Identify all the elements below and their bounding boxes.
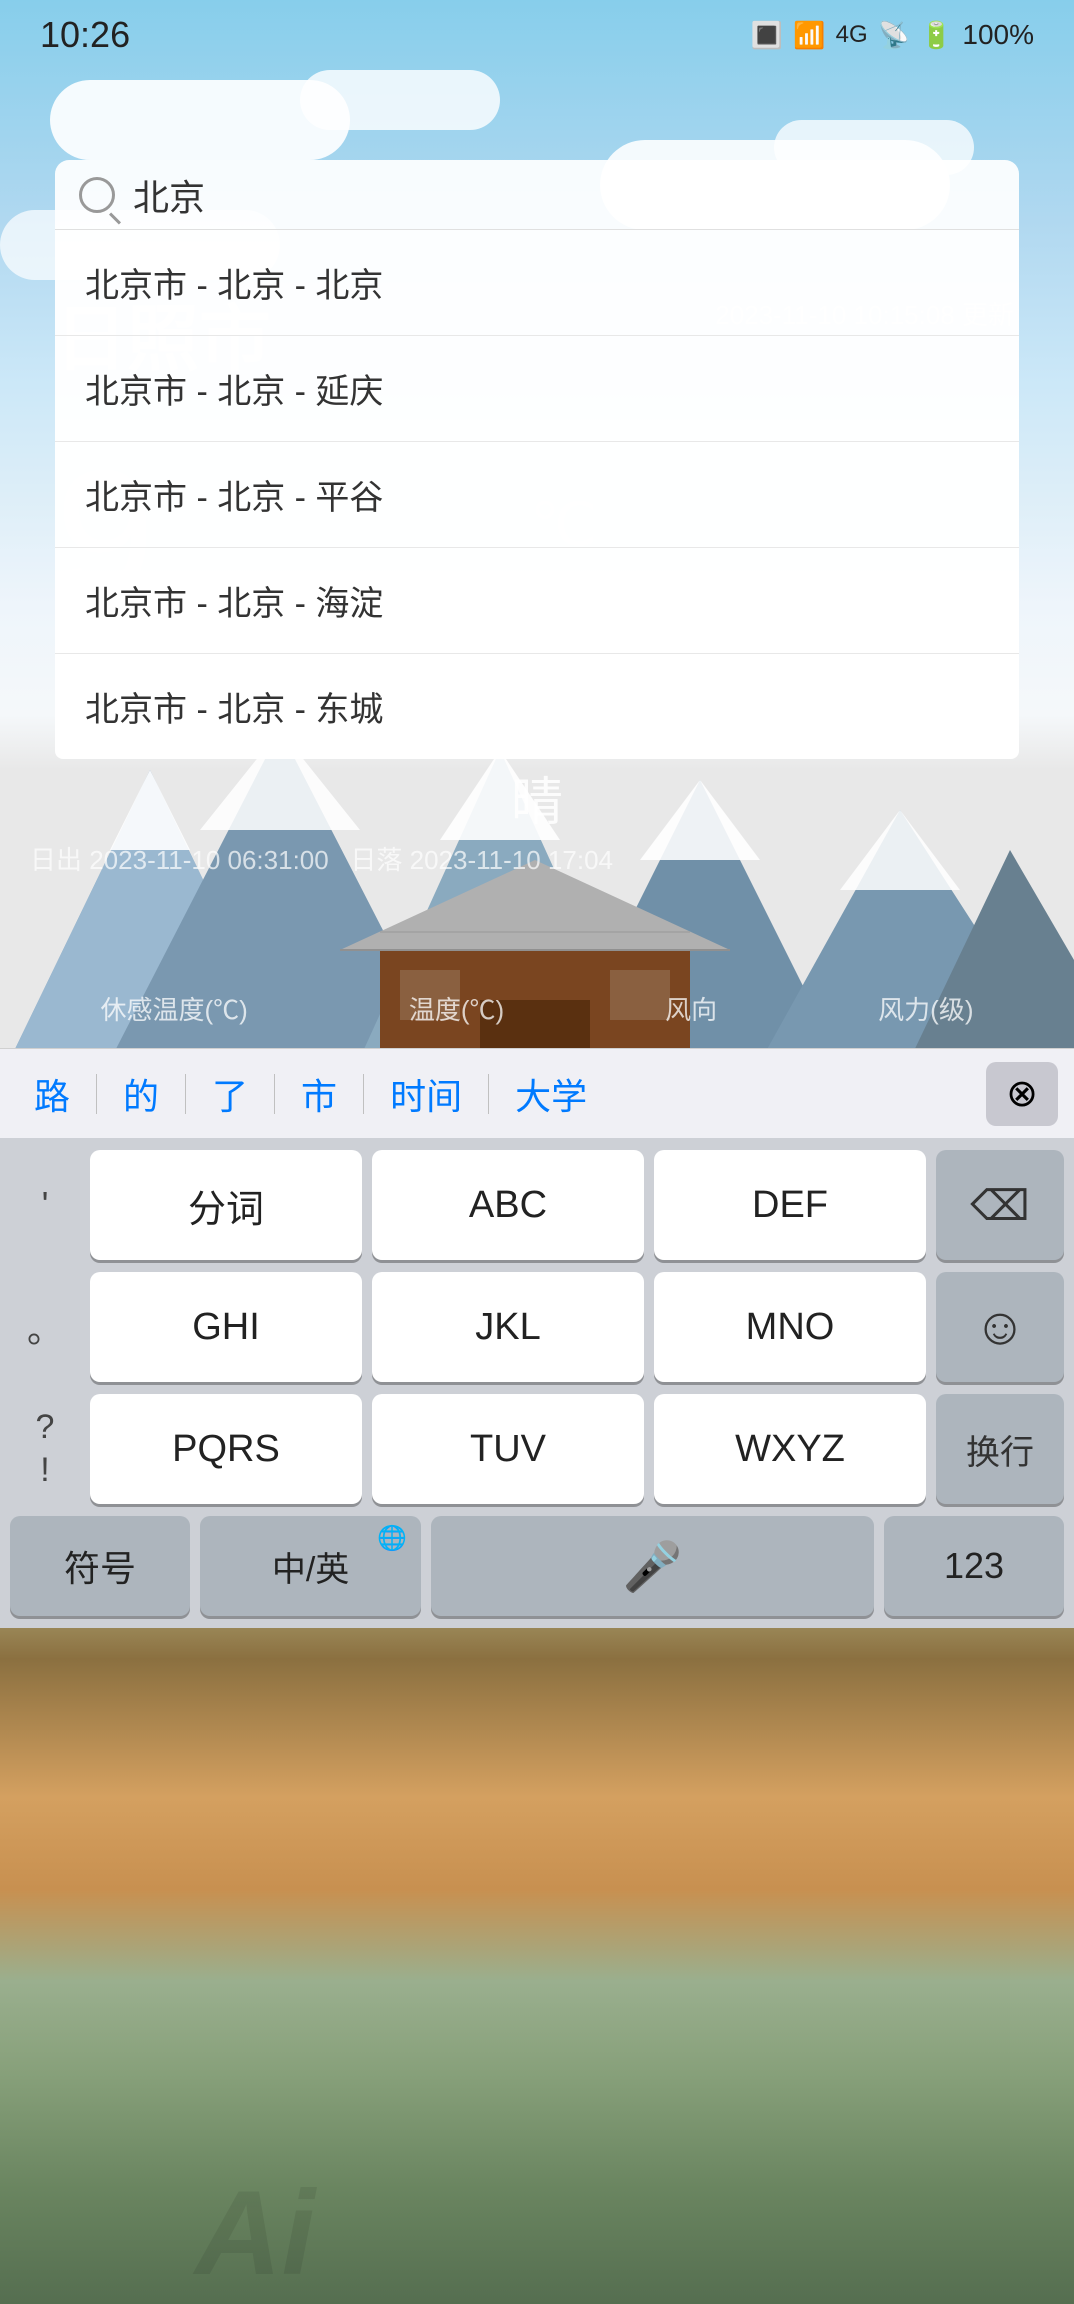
key-return[interactable]: 换行 xyxy=(936,1394,1064,1504)
weather-condition: 晴 xyxy=(511,760,563,835)
battery-percent: 100% xyxy=(962,19,1034,51)
sep-3 xyxy=(363,1074,364,1114)
dropdown-item-3[interactable]: 北京市 - 北京 - 海淀 xyxy=(55,548,1019,654)
dropdown-item-1[interactable]: 北京市 - 北京 - 延庆 xyxy=(55,336,1019,442)
status-icons: 🔳 📶 4G 📡 🔋 100% xyxy=(751,19,1034,51)
dropdown-item-0[interactable]: 北京市 - 北京 - 北京 xyxy=(55,230,1019,336)
key-WXYZ[interactable]: WXYZ xyxy=(654,1394,926,1504)
key-backspace[interactable]: ⌫ xyxy=(936,1150,1064,1260)
search-input[interactable]: 北京 xyxy=(133,169,205,221)
backspace-icon: ⌫ xyxy=(970,1181,1029,1230)
footer-wind-dir: 风向 xyxy=(665,990,717,1027)
globe-icon: 🌐 xyxy=(377,1524,407,1553)
footer-temp: 温度(℃) xyxy=(409,990,504,1027)
suggestion-delete-btn[interactable]: ⊗ xyxy=(986,1062,1058,1126)
keyboard-row-2: 。 GHI JKL MNO ☺ xyxy=(0,1272,1074,1382)
footer-wind-level: 风力(级) xyxy=(878,990,973,1027)
sep-1 xyxy=(185,1074,186,1114)
key-exclaim[interactable]: ! xyxy=(40,1451,49,1490)
keyboard-row-4: 符号 中/英 🌐 🎤 123 xyxy=(0,1516,1074,1616)
sep-4 xyxy=(488,1074,489,1114)
suggestion-4[interactable]: 时间 xyxy=(372,1060,480,1128)
keyboard-row-3: ? ! PQRS TUV WXYZ 换行 xyxy=(0,1394,1074,1504)
key-symbol[interactable]: 符号 xyxy=(10,1516,190,1616)
key-apostrophe[interactable]: ' xyxy=(10,1150,80,1260)
key-period[interactable]: 。 xyxy=(10,1272,80,1382)
key-MNO[interactable]: MNO xyxy=(654,1272,926,1382)
footer-feel: 休感温度(℃) xyxy=(101,990,248,1027)
sep-2 xyxy=(274,1074,275,1114)
search-dropdown: 北京市 - 北京 - 北京 北京市 - 北京 - 延庆 北京市 - 北京 - 平… xyxy=(55,230,1019,759)
weather-sunrise: 日出 2023-11-10 06:31:00 日落 2023-11-10 17:… xyxy=(30,840,613,877)
keyboard: ' 分词 ABC DEF ⌫ 。 GHI JKL MNO ☺ ? ! PQRS … xyxy=(0,1138,1074,1628)
search-bar[interactable]: 北京 xyxy=(55,160,1019,230)
key-JKL[interactable]: JKL xyxy=(372,1272,644,1382)
key-mic[interactable]: 🎤 xyxy=(431,1516,874,1616)
emoji-icon: ☺ xyxy=(973,1297,1026,1357)
key-GHI[interactable]: GHI xyxy=(90,1272,362,1382)
ai-watermark: Ai xyxy=(195,2164,315,2302)
lang-label: 中/英 xyxy=(272,1542,349,1591)
battery-icon: 🔋 xyxy=(920,20,952,51)
status-bar: 10:26 🔳 📶 4G 📡 🔋 100% xyxy=(0,0,1074,70)
suggestion-5[interactable]: 大学 xyxy=(497,1060,605,1128)
delete-circle-icon: ⊗ xyxy=(1006,1071,1038,1116)
network-icon: 📡 xyxy=(878,20,910,51)
key-TUV[interactable]: TUV xyxy=(372,1394,644,1504)
dropdown-item-2[interactable]: 北京市 - 北京 - 平谷 xyxy=(55,442,1019,548)
suggestion-bar: 路 的 了 市 时间 大学 ⊗ xyxy=(0,1048,1074,1138)
keyboard-row-1: ' 分词 ABC DEF ⌫ xyxy=(0,1150,1074,1260)
left-char-col-1: ' xyxy=(10,1150,80,1260)
search-icon xyxy=(79,177,115,213)
key-PQRS[interactable]: PQRS xyxy=(90,1394,362,1504)
sep-0 xyxy=(96,1074,97,1114)
mic-icon: 🎤 xyxy=(623,1538,683,1595)
key-ABC[interactable]: ABC xyxy=(372,1150,644,1260)
suggestion-3[interactable]: 市 xyxy=(283,1060,355,1128)
key-123[interactable]: 123 xyxy=(884,1516,1064,1616)
suggestion-1[interactable]: 的 xyxy=(105,1060,177,1128)
vibrate-icon: 🔳 xyxy=(751,20,783,51)
left-char-col-2: 。 xyxy=(10,1272,80,1382)
key-DEF[interactable]: DEF xyxy=(654,1150,926,1260)
status-time: 10:26 xyxy=(40,14,130,56)
signal-icon: 4G xyxy=(836,21,868,49)
suggestion-0[interactable]: 路 xyxy=(16,1060,88,1128)
weather-footer-bar: 休感温度(℃) 温度(℃) 风向 风力(级) xyxy=(0,990,1074,1027)
suggestion-2[interactable]: 了 xyxy=(194,1060,266,1128)
key-question[interactable]: ? xyxy=(36,1408,55,1447)
wifi-icon: 📶 xyxy=(793,20,825,51)
key-emoji[interactable]: ☺ xyxy=(936,1272,1064,1382)
dropdown-item-4[interactable]: 北京市 - 北京 - 东城 xyxy=(55,654,1019,759)
key-fenCI[interactable]: 分词 xyxy=(90,1150,362,1260)
left-char-col-3: ? ! xyxy=(10,1394,80,1504)
key-lang[interactable]: 中/英 🌐 xyxy=(200,1516,421,1616)
